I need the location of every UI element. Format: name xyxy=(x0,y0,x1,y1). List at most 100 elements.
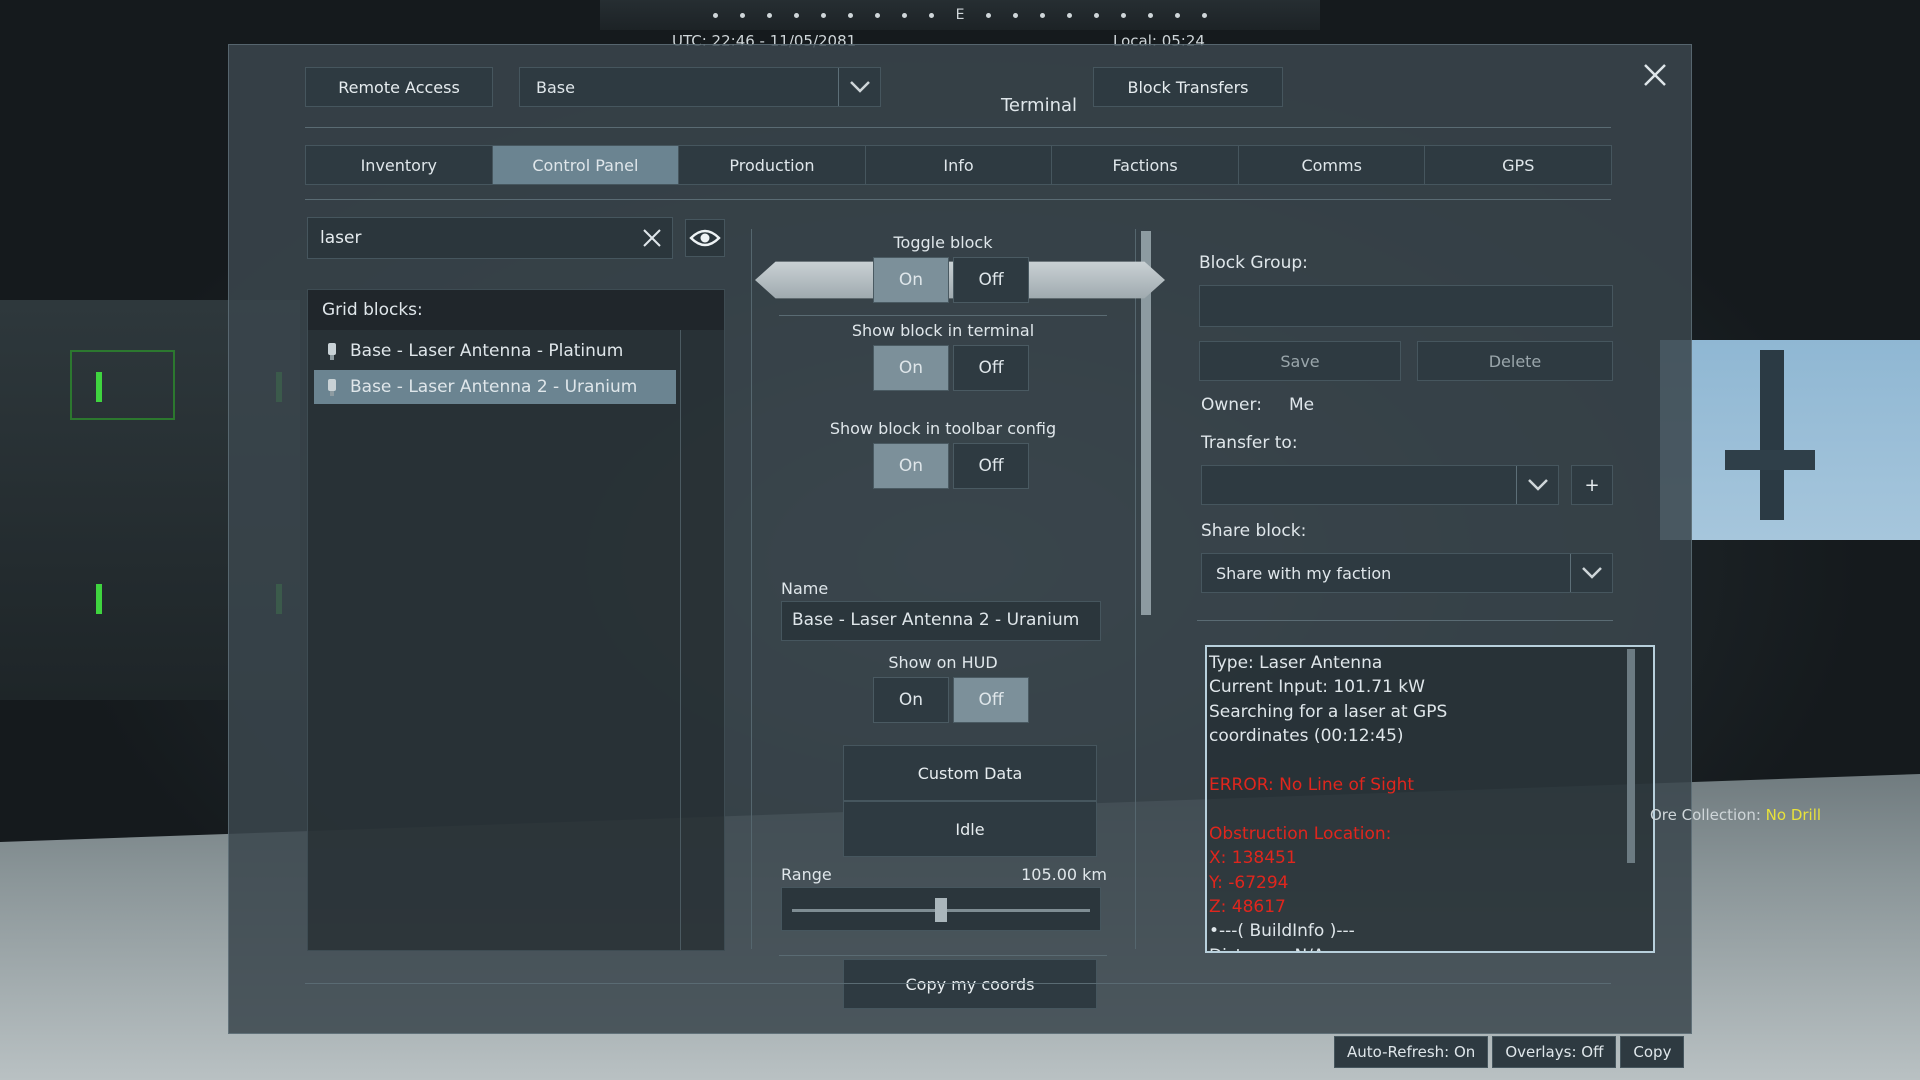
background-hologram xyxy=(70,350,175,420)
idle-button[interactable]: Idle xyxy=(843,801,1097,857)
info-line: Searching for a laser at GPS xyxy=(1209,701,1448,722)
divider xyxy=(305,127,1611,128)
toggle-block-off[interactable]: Off xyxy=(953,257,1029,303)
name-label: Name xyxy=(781,579,829,598)
close-icon[interactable] xyxy=(1639,59,1671,91)
add-button[interactable]: + xyxy=(1571,465,1613,505)
eye-icon[interactable] xyxy=(685,219,725,257)
ore-collection-status: Ore Collection: No Drill xyxy=(1650,806,1821,824)
tab-bar: Inventory Control Panel Production Info … xyxy=(305,145,1613,185)
transfer-to-select[interactable] xyxy=(1201,465,1559,505)
compass-bar: E xyxy=(600,0,1320,30)
info-line: Distance: N/A xyxy=(1209,944,1653,951)
list-item[interactable]: Base - Laser Antenna - Platinum xyxy=(314,334,676,368)
list-item[interactable]: Base - Laser Antenna 2 - Uranium xyxy=(314,370,676,404)
copy-my-coords-button[interactable]: Copy my coords xyxy=(843,959,1097,1009)
grid-blocks-list: Grid blocks: Base - Laser Antenna - Plat… xyxy=(307,289,725,951)
grid-select[interactable]: Base xyxy=(519,67,881,107)
block-group-field[interactable] xyxy=(1199,285,1613,327)
background-light xyxy=(96,584,102,614)
show-in-toolbar-switch: On Off xyxy=(873,443,1029,489)
block-controls: Toggle block On Off Show block in termin… xyxy=(751,229,1165,1009)
remote-access-button[interactable]: Remote Access xyxy=(305,67,493,107)
block-info-panel: Type: Laser Antenna Current Input: 101.71… xyxy=(1205,645,1655,953)
background-sky xyxy=(1660,340,1920,540)
owner-value: Me xyxy=(1289,395,1315,415)
copy-button[interactable]: Copy xyxy=(1620,1036,1685,1068)
ore-collection-value: No Drill xyxy=(1765,806,1822,824)
range-value: 105.00 km xyxy=(1021,865,1107,884)
background-tower-platform xyxy=(1725,450,1815,470)
share-block-value: Share with my faction xyxy=(1216,563,1392,583)
show-on-hud-label: Show on HUD xyxy=(888,653,998,672)
block-search xyxy=(307,217,673,259)
laser-antenna-icon xyxy=(314,377,350,397)
chevron-down-icon[interactable] xyxy=(1516,466,1558,504)
share-block-label: Share block: xyxy=(1201,521,1307,541)
search-input[interactable] xyxy=(308,228,632,248)
show-in-toolbar-on[interactable]: On xyxy=(873,443,949,489)
chevron-down-icon[interactable] xyxy=(1570,554,1612,592)
compass-heading: E xyxy=(955,7,965,23)
show-on-hud-off[interactable]: Off xyxy=(953,677,1029,723)
show-in-terminal-switch: On Off xyxy=(873,345,1029,391)
save-button[interactable]: Save xyxy=(1199,341,1401,381)
clear-search-icon[interactable] xyxy=(632,227,672,249)
share-block-select[interactable]: Share with my faction xyxy=(1201,553,1613,593)
background-light xyxy=(96,372,102,402)
terminal-window: Remote Access Base Terminal Block Transf… xyxy=(228,44,1692,1034)
show-in-toolbar-label: Show block in toolbar config xyxy=(829,419,1057,438)
tab-info[interactable]: Info xyxy=(864,145,1053,185)
info-line xyxy=(1209,749,1653,773)
info-line: coordinates (00:12:45) xyxy=(1209,726,1404,747)
info-line: X: 138451 xyxy=(1209,848,1297,869)
range-slider[interactable] xyxy=(781,887,1101,931)
toggle-block-on[interactable]: On xyxy=(873,257,949,303)
tab-gps[interactable]: GPS xyxy=(1424,145,1613,185)
divider xyxy=(305,199,1611,200)
background-tower xyxy=(1760,350,1784,520)
chevron-down-icon[interactable] xyxy=(838,68,880,106)
ore-collection-label: Ore Collection: xyxy=(1650,806,1761,824)
owner-label: Owner: xyxy=(1201,395,1262,415)
show-in-terminal-on[interactable]: On xyxy=(873,345,949,391)
tab-inventory[interactable]: Inventory xyxy=(305,145,493,185)
block-transfers-button[interactable]: Block Transfers xyxy=(1093,67,1283,107)
info-line: ERROR: No Line of Sight xyxy=(1209,775,1415,796)
tab-factions[interactable]: Factions xyxy=(1051,145,1239,185)
name-field[interactable]: Base - Laser Antenna 2 - Uranium xyxy=(781,601,1101,641)
block-group-label: Block Group: xyxy=(1199,253,1308,273)
auto-refresh-button[interactable]: Auto-Refresh: On xyxy=(1334,1036,1489,1068)
tab-production[interactable]: Production xyxy=(678,145,866,185)
list-item-label: Base - Laser Antenna 2 - Uranium xyxy=(350,377,638,397)
info-line: Type: Laser Antenna xyxy=(1209,653,1383,673)
toggle-block-switch: On Off xyxy=(873,257,1029,303)
info-lines: Type: Laser Antenna Current Input: 101.71… xyxy=(1209,651,1653,951)
range-slider-handle[interactable] xyxy=(935,898,947,922)
info-line: Obstruction Location: xyxy=(1209,823,1392,844)
show-in-toolbar-off[interactable]: Off xyxy=(953,443,1029,489)
show-in-terminal-label: Show block in terminal xyxy=(851,321,1035,340)
tab-control-panel[interactable]: Control Panel xyxy=(491,145,680,185)
show-on-hud-switch: On Off xyxy=(873,677,1029,723)
info-line: Current Input: 101.71 kW xyxy=(1209,677,1425,698)
overlays-button[interactable]: Overlays: Off xyxy=(1492,1036,1617,1068)
info-scrollbar[interactable] xyxy=(1627,649,1635,863)
info-line: Z: 48617 xyxy=(1209,897,1286,918)
transfer-to-label: Transfer to: xyxy=(1201,433,1298,453)
grid-blocks-header: Grid blocks: xyxy=(308,290,724,330)
laser-antenna-icon xyxy=(314,341,350,361)
grid-select-value: Base xyxy=(536,77,575,97)
tab-comms[interactable]: Comms xyxy=(1237,145,1426,185)
delete-button[interactable]: Delete xyxy=(1417,341,1613,381)
custom-data-button[interactable]: Custom Data xyxy=(843,745,1097,801)
show-on-hud-on[interactable]: On xyxy=(873,677,949,723)
footer-toolbar: Auto-Refresh: On Overlays: Off Copy xyxy=(1334,1036,1685,1068)
divider xyxy=(305,983,1611,984)
info-line: Y: -67294 xyxy=(1209,872,1289,893)
info-line: •---( BuildInfo )--- xyxy=(1209,921,1355,942)
toggle-block-label: Toggle block xyxy=(893,233,993,252)
info-line xyxy=(1209,797,1653,821)
list-item-label: Base - Laser Antenna - Platinum xyxy=(350,341,624,361)
show-in-terminal-off[interactable]: Off xyxy=(953,345,1029,391)
